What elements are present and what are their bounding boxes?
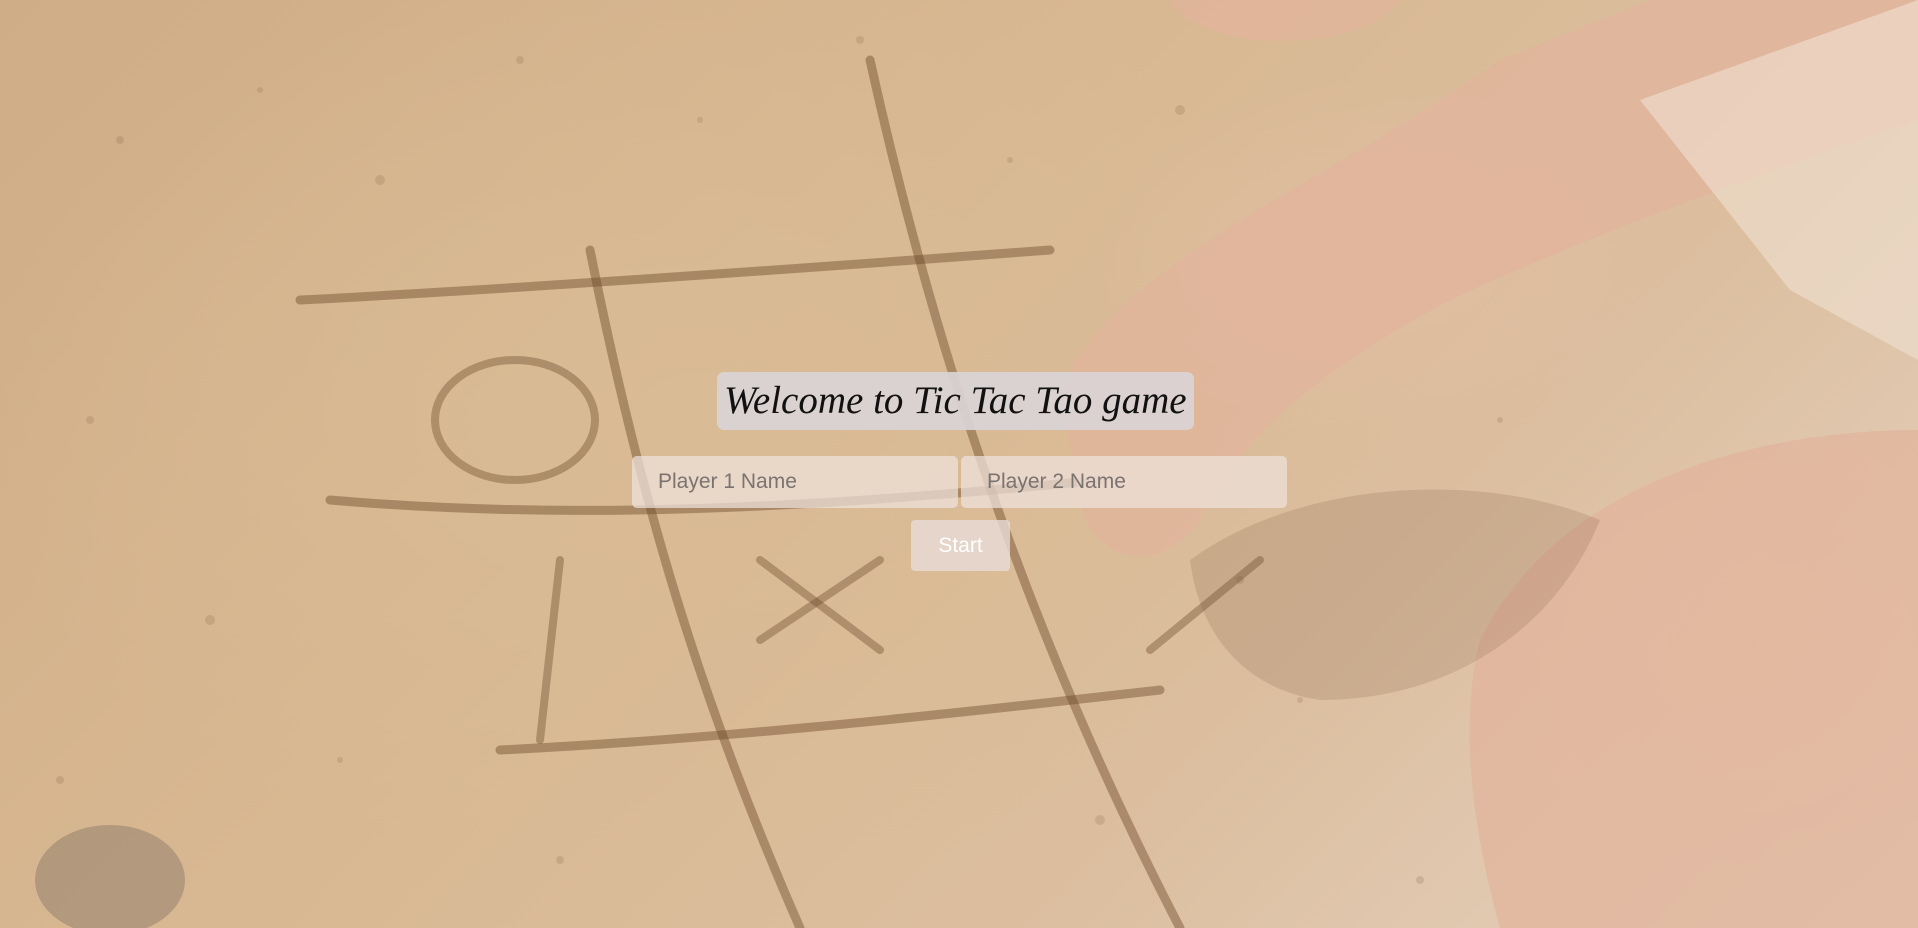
player1-name-input[interactable]: [632, 456, 958, 508]
player2-name-input[interactable]: [961, 456, 1287, 508]
start-button[interactable]: Start: [911, 520, 1010, 571]
welcome-title: Welcome to Tic Tac Tao game: [717, 372, 1194, 430]
start-screen: Welcome to Tic Tac Tao game Start: [0, 0, 1918, 928]
